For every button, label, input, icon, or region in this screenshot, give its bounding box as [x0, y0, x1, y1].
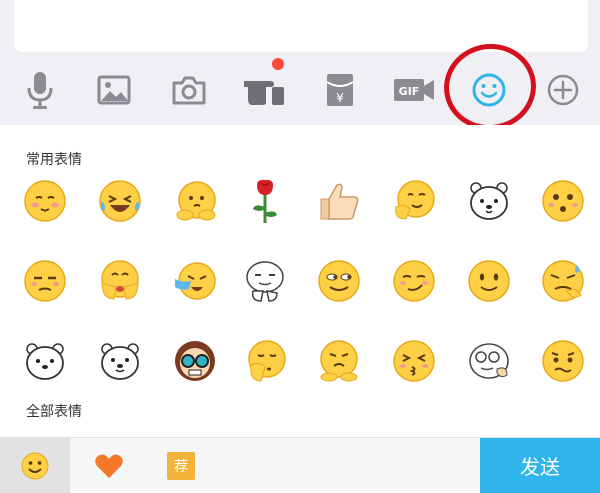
microphone-button[interactable] — [12, 62, 68, 118]
emoji-polar-bear-3[interactable] — [90, 331, 150, 391]
cool-sunglasses-icon — [175, 341, 215, 381]
plus-icon — [547, 74, 579, 106]
hands-covering-smile-icon — [101, 260, 139, 300]
emoji-crying-waterfall[interactable] — [165, 251, 225, 311]
frequent-emoji-title: 常用表情 — [26, 151, 82, 167]
send-button[interactable]: 发送 — [480, 438, 600, 493]
camera-icon — [172, 76, 206, 105]
emoji-thumbs-up[interactable] — [309, 171, 369, 231]
shy-sweat-icon — [176, 181, 216, 221]
emoji-kissy-face[interactable] — [384, 331, 444, 391]
emoji-polar-bear-2[interactable] — [15, 331, 75, 391]
shh-hand-icon — [248, 340, 286, 382]
poke-button[interactable] — [236, 58, 292, 118]
sad-pout-icon — [320, 340, 358, 382]
microphone-icon — [27, 72, 53, 109]
heart-tab-icon — [95, 454, 123, 478]
notification-badge — [272, 58, 284, 70]
polar-bear-icon — [26, 343, 64, 380]
emoji-shh-hand[interactable] — [235, 331, 295, 391]
thumbs-up-icon — [320, 183, 359, 220]
poke-hand-icon — [244, 81, 284, 105]
image-button[interactable] — [86, 62, 142, 118]
crying-waterfall-icon — [175, 262, 216, 300]
emoji-doodle-glasses-face[interactable] — [459, 331, 519, 391]
composer-area: ¥ GIF — [0, 0, 600, 136]
emoji-sad-pout[interactable] — [309, 331, 369, 391]
emoji-unamused[interactable] — [15, 251, 75, 311]
emoji-doodle-thinking-face[interactable] — [235, 251, 295, 311]
tab-emoji[interactable] — [0, 438, 70, 493]
tab-recommended[interactable]: 荐 — [146, 438, 216, 493]
recommend-tab-icon: 荐 — [167, 451, 195, 480]
emoji-panel: 常用表情 全部表情 — [0, 125, 600, 437]
gif-icon: GIF — [394, 79, 434, 101]
gif-button[interactable]: GIF — [386, 62, 442, 118]
sweating-sneer-icon — [542, 260, 584, 302]
emoji-laughing-tears[interactable] — [90, 171, 150, 231]
red-packet-label: ¥ — [336, 91, 344, 105]
kissy-face-icon — [393, 340, 435, 382]
emoji-blushing-smile[interactable] — [15, 171, 75, 231]
hand-on-face-icon — [395, 180, 435, 220]
red-packet-icon: ¥ — [326, 74, 354, 106]
emoji-cool-sunglasses[interactable] — [165, 331, 225, 391]
polar-bear-icon — [101, 343, 139, 380]
laughing-tears-icon — [99, 180, 141, 222]
emoji-side-eye-grin[interactable] — [309, 251, 369, 311]
blushing-smile-icon — [24, 180, 66, 222]
unamused-icon — [24, 260, 66, 302]
emoji-rose[interactable] — [235, 171, 295, 231]
tab-favorites[interactable] — [74, 438, 144, 493]
emoji-smirk[interactable] — [384, 251, 444, 311]
all-emoji-title: 全部表情 — [26, 403, 82, 419]
doodle-glasses-face-icon — [469, 343, 509, 379]
worried-wavy-icon — [542, 340, 584, 382]
emoji-hand-on-face[interactable] — [384, 171, 444, 231]
doodle-thinking-face-icon — [246, 261, 284, 302]
emoji-worried-wavy[interactable] — [533, 331, 593, 391]
emoji-surprised-curious[interactable] — [533, 171, 593, 231]
side-eye-grin-icon — [318, 260, 360, 302]
gif-label: GIF — [399, 85, 420, 98]
emoji-hands-covering-smile[interactable] — [90, 251, 150, 311]
emoji-category-bar: 荐 发送 — [0, 437, 600, 493]
more-button[interactable] — [535, 62, 591, 118]
image-icon — [97, 75, 131, 105]
emoji-tab-icon — [21, 452, 49, 479]
red-packet-button[interactable]: ¥ — [312, 62, 368, 118]
emoji-polar-bear[interactable] — [459, 171, 519, 231]
emoji-shy-sweat[interactable] — [165, 171, 225, 231]
rose-icon — [253, 179, 277, 223]
annotation-circle — [438, 38, 542, 136]
surprised-curious-icon — [542, 180, 584, 222]
emoji-plain-smile[interactable] — [459, 251, 519, 311]
smirk-icon — [393, 260, 435, 302]
emoji-sweating-sneer[interactable] — [533, 251, 593, 311]
camera-button[interactable] — [161, 62, 217, 118]
plain-smile-icon — [468, 260, 510, 302]
polar-bear-icon — [470, 182, 508, 220]
